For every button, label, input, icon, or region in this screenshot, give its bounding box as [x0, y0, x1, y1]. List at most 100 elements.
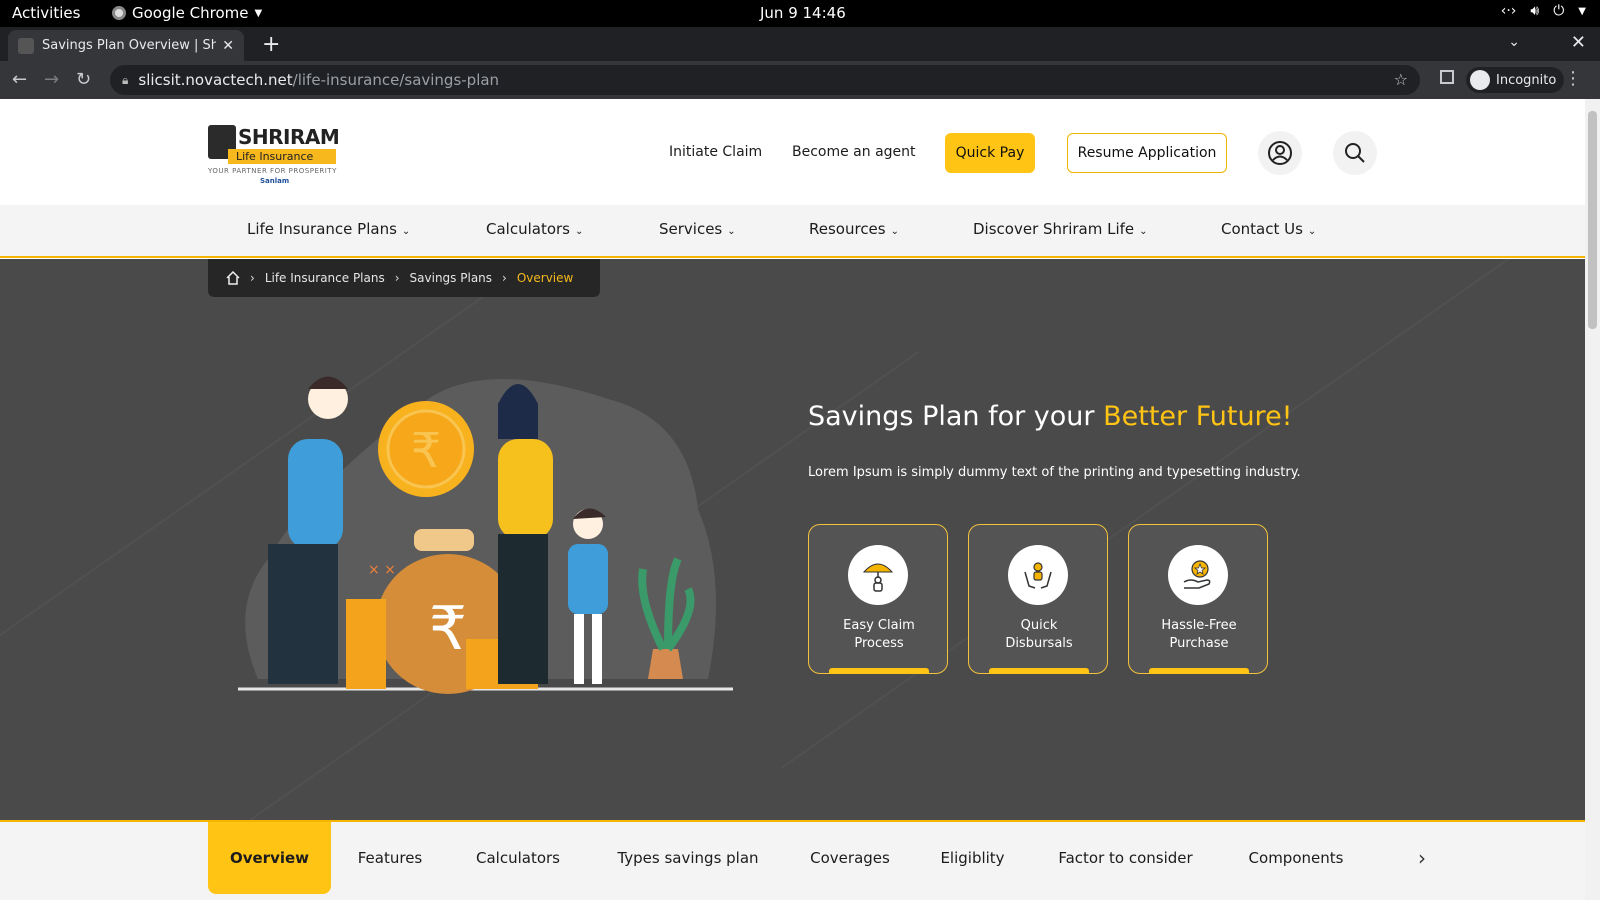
section-tabs: Overview Features Calculators Types savi…	[0, 820, 1585, 900]
svg-text:₹: ₹	[411, 423, 442, 479]
close-tab-icon[interactable]: ✕	[222, 38, 234, 54]
chevron-right-icon[interactable]: ›	[1418, 846, 1426, 870]
feature-label: Easy Claim Process	[809, 617, 949, 653]
hero-title-main: Savings Plan for your	[808, 401, 1104, 432]
volume-icon: 🔊︎	[1530, 3, 1540, 19]
shriram-logo[interactable]: SHRIRAM Life Insurance YOUR PARTNER FOR …	[208, 119, 340, 185]
family-savings-illustration: ₹ ₹ × ×	[238, 376, 733, 694]
tab-title: Savings Plan Overview | Shrira	[42, 38, 217, 53]
caret-down-icon: ▼	[254, 7, 263, 19]
activities-button[interactable]: Activities	[12, 4, 80, 22]
nav-contact-us[interactable]: Contact Us ⌄	[1221, 220, 1316, 238]
breadcrumb-savings-plans[interactable]: Savings Plans	[410, 271, 492, 285]
nav-resources[interactable]: Resources ⌄	[809, 220, 899, 238]
browser-tab[interactable]: Savings Plan Overview | Shrira ✕	[8, 30, 244, 61]
tab-features[interactable]: Features	[350, 822, 430, 894]
chevron-right-icon: ›	[250, 271, 255, 285]
nav-label: Life Insurance Plans	[247, 220, 397, 238]
chevron-right-icon: ›	[502, 271, 507, 285]
browser-toolbar: ← → ↻ 🔒︎ slicsit.novactech.net /life-ins…	[0, 61, 1600, 99]
window-close-icon[interactable]: ✕	[1571, 32, 1586, 53]
logo-brand: SHRIRAM	[238, 125, 340, 149]
url-path: /life-insurance/savings-plan	[292, 71, 500, 89]
background-stripe	[780, 259, 1520, 769]
system-top-bar: Activities Google Chrome ▼ Jun 9 14:46 ‹…	[0, 0, 1600, 27]
system-tray[interactable]: ‹·› 🔊︎ ⏻ ▼	[1501, 3, 1586, 19]
new-tab-button[interactable]: +	[262, 32, 280, 57]
feature-card-hassle-free-purchase: Hassle-Free Purchase	[1128, 524, 1268, 674]
network-icon: ‹·›	[1500, 3, 1517, 19]
nav-label: Contact Us	[1221, 220, 1303, 238]
logo-tagline: YOUR PARTNER FOR PROSPERITY	[208, 167, 337, 175]
feature-label-line2: Purchase	[1169, 636, 1229, 651]
account-button[interactable]	[1258, 131, 1302, 175]
feature-accent-bar	[1149, 668, 1249, 674]
tab-coverages[interactable]: Coverages	[800, 822, 900, 894]
feature-label-line2: Disbursals	[1005, 636, 1073, 651]
power-icon: ⏻	[1553, 3, 1565, 19]
feature-label-line1: Hassle-Free	[1161, 618, 1237, 633]
side-panel-icon[interactable]	[1440, 70, 1454, 84]
site-favicon	[18, 37, 34, 54]
kebab-menu-icon[interactable]: ⋮	[1564, 68, 1582, 89]
hands-person-icon	[1008, 545, 1068, 605]
page-scrollbar[interactable]	[1585, 99, 1600, 900]
nav-calculators[interactable]: Calculators ⌄	[486, 220, 583, 238]
scrollbar-thumb[interactable]	[1588, 111, 1597, 329]
tab-components[interactable]: Components	[1236, 822, 1356, 894]
clock[interactable]: Jun 9 14:46	[760, 4, 846, 22]
web-page: SHRIRAM Life Insurance YOUR PARTNER FOR …	[0, 99, 1585, 900]
chrome-icon	[112, 6, 126, 20]
address-bar[interactable]: 🔒︎ slicsit.novactech.net /life-insurance…	[110, 65, 1420, 95]
tab-overview[interactable]: Overview	[208, 822, 331, 894]
search-button[interactable]	[1333, 131, 1377, 175]
initiate-claim-link[interactable]: Initiate Claim	[669, 144, 762, 160]
chevron-down-icon: ▼	[1578, 5, 1586, 17]
breadcrumb-overview: Overview	[516, 271, 574, 285]
hero-subtitle: Lorem Ipsum is simply dummy text of the …	[808, 465, 1301, 480]
nav-label: Services	[659, 220, 723, 238]
svg-text:₹: ₹	[429, 594, 467, 664]
back-icon[interactable]: ←	[12, 69, 27, 90]
feature-accent-bar	[989, 668, 1089, 674]
feature-label-line1: Easy Claim	[843, 618, 915, 633]
tab-eligiblity[interactable]: Eligiblity	[930, 822, 1015, 894]
browser-tab-strip: Savings Plan Overview | Shrira ✕ + ⌄ ✕	[0, 27, 1600, 61]
resume-application-button[interactable]: Resume Application	[1067, 133, 1227, 173]
nav-life-insurance-plans[interactable]: Life Insurance Plans ⌄	[247, 220, 410, 238]
home-icon[interactable]	[226, 271, 240, 285]
logo-sub: Life Insurance	[228, 149, 336, 164]
incognito-icon	[1470, 70, 1490, 90]
chevron-down-icon: ⌄	[890, 226, 899, 237]
bookmark-star-icon[interactable]: ☆	[1394, 70, 1408, 89]
chevron-down-icon: ⌄	[575, 226, 584, 237]
tab-types-savings-plan[interactable]: Types savings plan	[608, 822, 768, 894]
app-name: Google Chrome	[132, 4, 249, 22]
lock-icon[interactable]: 🔒︎	[122, 73, 128, 88]
feature-card-quick-disbursals: Quick Disbursals	[968, 524, 1108, 674]
site-header: SHRIRAM Life Insurance YOUR PARTNER FOR …	[0, 99, 1585, 205]
tab-factor-to-consider[interactable]: Factor to consider	[1048, 822, 1203, 894]
user-circle-icon	[1268, 141, 1292, 165]
breadcrumb: › Life Insurance Plans › Savings Plans ›…	[208, 259, 600, 297]
nav-services[interactable]: Services ⌄	[659, 220, 736, 238]
chevron-right-icon: ›	[394, 271, 400, 285]
feature-label: Quick Disbursals	[969, 617, 1109, 653]
app-menu[interactable]: Google Chrome ▼	[112, 4, 262, 22]
forward-icon[interactable]: →	[44, 69, 59, 90]
become-agent-link[interactable]: Become an agent	[792, 144, 916, 160]
feature-accent-bar	[829, 668, 929, 674]
tab-calculators[interactable]: Calculators	[468, 822, 568, 894]
reload-icon[interactable]: ↻	[76, 69, 91, 90]
search-icon	[1345, 143, 1365, 163]
nav-discover-shriram-life[interactable]: Discover Shriram Life ⌄	[973, 220, 1148, 238]
feature-card-easy-claim: Easy Claim Process	[808, 524, 948, 674]
breadcrumb-life-insurance-plans[interactable]: Life Insurance Plans	[265, 271, 385, 285]
tab-search-icon[interactable]: ⌄	[1508, 34, 1520, 50]
nav-label: Calculators	[486, 220, 570, 238]
incognito-label: Incognito	[1496, 72, 1557, 88]
chevron-down-icon: ⌄	[401, 226, 411, 237]
hand-star-icon	[1168, 545, 1228, 605]
quick-pay-button[interactable]: Quick Pay	[945, 133, 1035, 173]
incognito-indicator[interactable]: Incognito	[1466, 67, 1565, 93]
